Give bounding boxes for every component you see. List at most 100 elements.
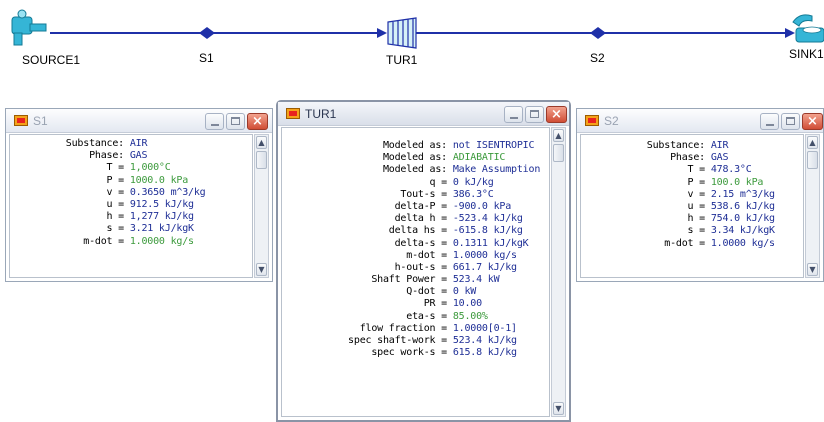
property-label: m-dot = (406, 249, 447, 261)
titlebar[interactable]: S1 × (6, 109, 272, 133)
property-value[interactable]: 0.1311 kJ/kgK (453, 238, 529, 249)
property-value[interactable]: 1,277 kJ/kg (130, 211, 194, 222)
property-value[interactable]: 1.0000[0-1] (453, 323, 517, 334)
property-value[interactable]: 1,000°C (130, 162, 171, 173)
property-value[interactable]: 0.3650 m^3/kg (130, 187, 206, 198)
scroll-down-icon[interactable]: ▼ (807, 263, 818, 276)
property-value[interactable]: -615.8 kJ/kg (453, 225, 523, 236)
sink-icon[interactable] (792, 14, 824, 43)
minimize-button[interactable] (504, 106, 523, 123)
stream-diamond-icon[interactable] (199, 27, 215, 39)
property-value[interactable]: 615.8 kJ/kg (453, 347, 517, 358)
stream-diamond-icon[interactable] (590, 27, 606, 39)
property-value[interactable]: not ISENTROPIC (453, 140, 535, 151)
property-label: spec work-s = (371, 347, 447, 359)
property-value[interactable]: 661.7 kJ/kg (453, 262, 517, 273)
property-value[interactable]: 1.0000 kg/s (711, 238, 775, 249)
property-value[interactable]: ADIABATIC (453, 152, 506, 163)
property-value[interactable]: GAS (711, 152, 729, 163)
node-label-tur: TUR1 (386, 53, 418, 67)
property-value[interactable]: 3.34 kJ/kgK (711, 225, 775, 236)
property-row: Substance: AIR (581, 140, 803, 152)
minimize-icon (766, 124, 774, 126)
property-value[interactable]: 1.0000 kg/s (130, 236, 194, 247)
titlebar[interactable]: S2 × (577, 109, 823, 133)
scroll-thumb[interactable] (256, 151, 267, 169)
maximize-button[interactable] (226, 113, 245, 130)
property-label: Substance: (646, 140, 705, 151)
property-row: Modeled as: ADIABATIC (282, 152, 549, 164)
property-value[interactable]: 538.6 kJ/kg (711, 201, 775, 212)
vertical-scrollbar[interactable]: ▲ ▼ (254, 134, 269, 278)
property-row: Substance: AIR (10, 138, 252, 150)
property-value[interactable]: 100.0 kPa (711, 177, 764, 188)
maximize-icon (786, 117, 795, 125)
scroll-down-icon[interactable]: ▼ (553, 402, 564, 415)
property-value[interactable]: Make Assumption (453, 164, 541, 175)
scroll-up-icon[interactable]: ▲ (553, 129, 564, 142)
scroll-up-icon[interactable]: ▲ (256, 136, 267, 149)
vertical-scrollbar[interactable]: ▲ ▼ (805, 134, 820, 278)
property-row: Tout-s = 386.3°C (282, 189, 549, 201)
property-row: flow fraction = 1.0000[0-1] (282, 323, 549, 335)
property-value[interactable]: 0 kJ/kg (453, 177, 494, 188)
property-value[interactable]: 523.4 kW (453, 274, 500, 285)
property-value[interactable]: -523.4 kJ/kg (453, 213, 523, 224)
property-row: Modeled as: not ISENTROPIC (282, 140, 549, 152)
property-value[interactable]: 386.3°C (453, 189, 494, 200)
window-s2[interactable]: S2 × Substance: AIR Phase: GAS T = 478.3°C… (576, 108, 824, 282)
property-value[interactable]: 1000.0 kPa (130, 175, 188, 186)
maximize-button[interactable] (525, 106, 544, 123)
property-value[interactable]: 2.15 m^3/kg (711, 189, 775, 200)
property-row: Shaft Power = 523.4 kW (282, 274, 549, 286)
close-button[interactable]: × (247, 113, 268, 130)
close-button[interactable]: × (802, 113, 823, 130)
property-row: delta-P = -900.0 kPa (282, 201, 549, 213)
property-row: v = 0.3650 m^3/kg (10, 187, 252, 199)
property-value[interactable]: 912.5 kJ/kg (130, 199, 194, 210)
titlebar[interactable]: TUR1 × (278, 102, 569, 126)
property-row: s = 3.34 kJ/kgK (581, 225, 803, 237)
property-row: P = 100.0 kPa (581, 177, 803, 189)
property-value[interactable]: 3.21 kJ/kgK (130, 223, 194, 234)
scroll-thumb[interactable] (553, 144, 564, 162)
property-label: v = (687, 188, 706, 200)
property-value[interactable]: -900.0 kPa (453, 201, 511, 212)
maximize-button[interactable] (781, 113, 800, 130)
app-icon (585, 115, 599, 126)
property-label: Modeled as: (382, 152, 447, 164)
arrowhead-icon (785, 28, 795, 38)
scroll-up-icon[interactable]: ▲ (807, 136, 818, 149)
turbine-icon[interactable] (387, 17, 426, 49)
property-row: Phase: GAS (10, 150, 252, 162)
property-value[interactable]: GAS (130, 150, 148, 161)
property-row: delta h = -523.4 kJ/kg (282, 213, 549, 225)
property-value[interactable]: 523.4 kJ/kg (453, 335, 517, 346)
minimize-button[interactable] (205, 113, 224, 130)
property-value[interactable]: 10.00 (453, 298, 482, 309)
window-tur1[interactable]: TUR1 × Modeled as: not ISENTROPIC Modeled… (276, 100, 571, 422)
property-value[interactable]: AIR (130, 138, 148, 149)
property-value[interactable]: 85.00% (453, 311, 488, 322)
property-row: PR = 10.00 (282, 298, 549, 310)
property-row: spec work-s = 615.8 kJ/kg (282, 347, 549, 359)
property-value[interactable]: 0 kW (453, 286, 476, 297)
property-label: m-dot = (83, 235, 124, 247)
property-label: Modeled as: (382, 140, 447, 151)
property-value[interactable]: 754.0 kJ/kg (711, 213, 775, 224)
scroll-down-icon[interactable]: ▼ (256, 263, 267, 276)
window-s1[interactable]: S1 × Substance: AIR Phase: GAS T = 1,000°C… (5, 108, 273, 282)
property-row: T = 1,000°C (10, 162, 252, 174)
property-value[interactable]: AIR (711, 140, 729, 151)
close-button[interactable]: × (546, 106, 567, 123)
property-value[interactable]: 1.0000 kg/s (453, 250, 517, 261)
property-value[interactable]: 478.3°C (711, 164, 752, 175)
scroll-thumb[interactable] (807, 151, 818, 169)
property-row: v = 2.15 m^3/kg (581, 189, 803, 201)
minimize-button[interactable] (760, 113, 779, 130)
property-label: q = (429, 176, 448, 188)
maximize-icon (530, 110, 539, 118)
property-row: u = 538.6 kJ/kg (581, 201, 803, 213)
faucet-icon[interactable] (11, 9, 47, 46)
vertical-scrollbar[interactable]: ▲ ▼ (551, 127, 566, 417)
